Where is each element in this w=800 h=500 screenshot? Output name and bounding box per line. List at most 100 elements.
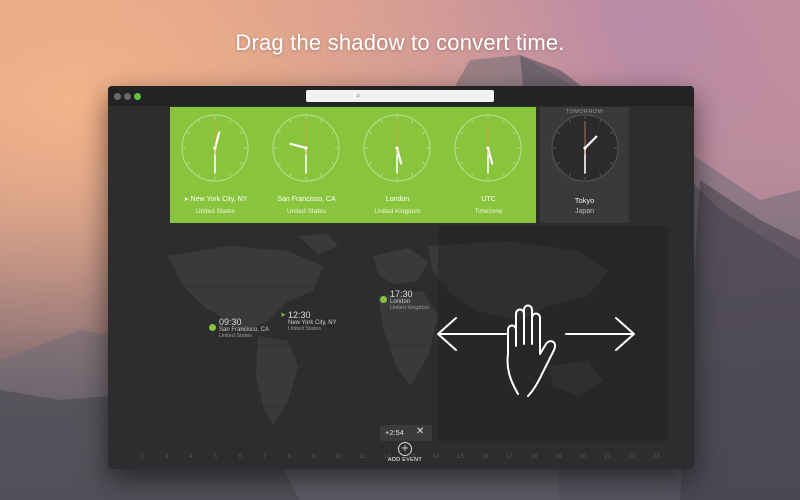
clock-city: London <box>385 196 410 203</box>
clock-strip: ➤ New York City, NY United States San Fra… <box>170 107 536 223</box>
app-window: ⌕ ➤ New York City, NY United States San F… <box>108 86 694 469</box>
clock-card-san-francisco[interactable]: San Francisco, CA United States <box>261 107 352 223</box>
clock-city: New York City, NY <box>190 196 248 203</box>
clock-card-tokyo[interactable]: TOMORROW Tokyo Japan <box>540 107 629 223</box>
timeline-hour[interactable]: 12 <box>377 454 397 460</box>
clock-card-new-york[interactable]: ➤ New York City, NY United States <box>170 107 261 223</box>
analog-clock <box>181 114 249 182</box>
map-time: 09:30 <box>219 317 242 327</box>
map-country: United States <box>219 333 253 339</box>
hour-hand <box>213 131 221 150</box>
hour-hand <box>289 142 308 150</box>
analog-clock <box>272 114 340 182</box>
clock-tick <box>369 131 373 134</box>
clock-tick <box>320 172 323 176</box>
timeline-hour[interactable]: 9 <box>304 454 324 460</box>
clock-tick <box>278 162 282 165</box>
analog-clock <box>363 114 431 182</box>
clock-tick <box>471 120 474 124</box>
clock-tick <box>229 172 232 176</box>
clock-country: United States <box>195 208 236 215</box>
clock-country: United Kingdom <box>374 208 421 215</box>
clock-card-utc[interactable]: UTC Timezone <box>443 107 534 223</box>
location-arrow-icon: ➤ <box>183 196 189 203</box>
clock-city: San Francisco, CA <box>277 196 336 203</box>
headline: Drag the shadow to convert time. <box>235 30 565 55</box>
map-time: 17:30 <box>390 289 413 299</box>
clock-tick <box>460 162 464 165</box>
clock-city: UTC <box>481 196 496 203</box>
clock-tick <box>380 120 383 124</box>
map-country: United States <box>288 326 322 332</box>
analog-clock <box>454 114 522 182</box>
timeline-hour[interactable]: 4 <box>181 454 201 460</box>
timeline-hour[interactable]: 3 <box>157 454 177 460</box>
timeline-hour[interactable]: 7 <box>255 454 275 460</box>
clock-country: United States <box>286 208 327 215</box>
clock-city: Tokyo <box>574 196 595 205</box>
minimize-window-button[interactable] <box>124 93 131 100</box>
clock-tick <box>411 172 414 176</box>
clock-card-london[interactable]: London United Kingdom <box>352 107 443 223</box>
map-label-london: 17:30 London United Kingdom <box>390 289 429 311</box>
arrow-right-icon <box>565 317 635 351</box>
map-label-san-francisco: 09:30 San Francisco, CA United States <box>219 317 269 339</box>
clock-center <box>395 146 399 150</box>
clock-tick <box>460 131 464 134</box>
clock-tick <box>512 162 516 165</box>
timeline-hour[interactable]: 17 <box>500 454 520 460</box>
time-offset-chip: +2:54 ✕ <box>380 425 432 441</box>
clock-country: Japan <box>574 208 595 215</box>
timeline-hour[interactable]: 8 <box>279 454 299 460</box>
timeline-hour[interactable]: 5 <box>206 454 226 460</box>
reset-offset-button[interactable]: ✕ <box>416 426 424 437</box>
clock-tick <box>239 131 243 134</box>
timeline-hour[interactable]: 13 <box>402 454 422 460</box>
clock-tick <box>471 172 474 176</box>
clock-tick <box>512 131 516 134</box>
timeline-hour[interactable]: 16 <box>475 454 495 460</box>
clock-tick <box>502 120 505 124</box>
map-pin-london[interactable] <box>380 296 387 303</box>
arrow-left-icon <box>437 317 507 351</box>
clock-tick <box>187 131 191 134</box>
clock-tick <box>369 162 373 165</box>
clock-tick <box>502 172 505 176</box>
map-time: 12:30 <box>288 310 311 320</box>
timeline-hour[interactable]: 21 <box>598 454 618 460</box>
clock-tick <box>198 172 201 176</box>
title-bar: ⌕ <box>108 86 694 106</box>
timeline-hour[interactable]: 2 <box>132 454 152 460</box>
clock-tick <box>320 120 323 124</box>
timeline-hour[interactable]: 23 <box>647 454 667 460</box>
timeline-hour[interactable]: 20 <box>573 454 593 460</box>
clock-tick <box>289 172 292 176</box>
analog-clock <box>551 114 619 182</box>
clock-tick <box>330 131 334 134</box>
clock-center <box>304 146 308 150</box>
timeline-hour[interactable]: 10 <box>328 454 348 460</box>
search-icon: ⌕ <box>356 91 361 100</box>
close-window-button[interactable] <box>114 93 121 100</box>
hand-icon <box>506 304 556 397</box>
hour-timeline[interactable]: 2 3 4 5 6 7 8 9 10 11 12 13 14 15 16 17 18 19 20 21 22 23 <box>132 454 672 466</box>
clock-tick <box>278 131 282 134</box>
drag-gesture-hint[interactable] <box>436 296 646 406</box>
clock-tick <box>380 172 383 176</box>
zoom-window-button[interactable] <box>134 93 141 100</box>
timeline-hour[interactable]: 6 <box>230 454 250 460</box>
clock-tick <box>411 120 414 124</box>
map-pin-san-francisco[interactable] <box>209 324 216 331</box>
search-input[interactable]: ⌕ <box>306 90 494 102</box>
timeline-hour[interactable]: 11 <box>353 454 373 460</box>
map-country: United Kingdom <box>390 305 430 311</box>
clock-center <box>583 146 587 150</box>
timeline-hour[interactable]: 18 <box>524 454 544 460</box>
timeline-hour[interactable]: 15 <box>451 454 471 460</box>
timeline-hour[interactable]: 22 <box>622 454 642 460</box>
clock-tick <box>239 162 243 165</box>
clock-center <box>213 146 217 150</box>
timeline-hour[interactable]: 14 <box>426 454 446 460</box>
timeline-hour[interactable]: 19 <box>549 454 569 460</box>
map-label-new-york: 12:30 New York City, NY United States <box>288 310 337 332</box>
